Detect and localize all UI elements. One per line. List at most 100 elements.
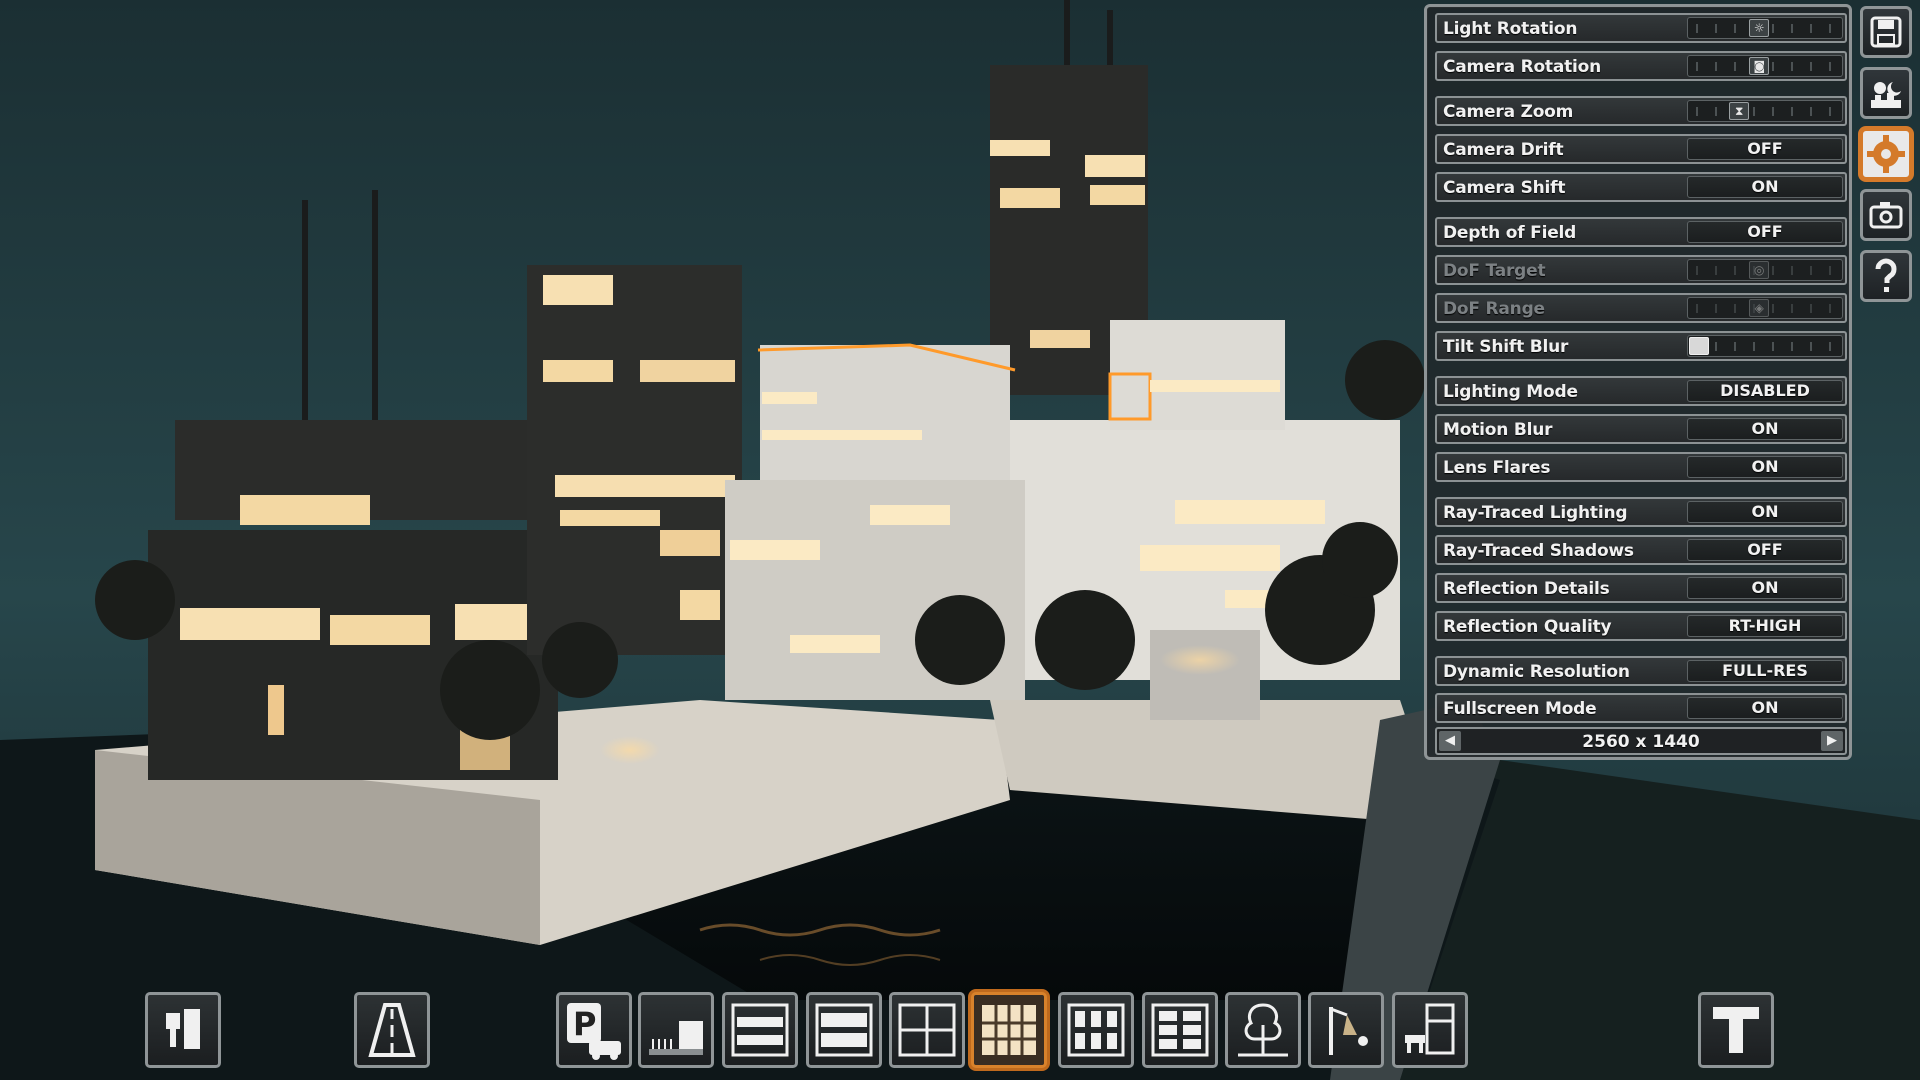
text-tool-icon	[1713, 1007, 1759, 1053]
setting-light-rotation: Light Rotation ☼	[1435, 13, 1847, 43]
ray-traced-lighting-toggle[interactable]: ON	[1687, 501, 1843, 523]
day-night-icon	[1871, 82, 1901, 108]
setting-label: Camera Zoom	[1443, 102, 1574, 122]
setting-camera-drift: Camera Drift OFF	[1435, 134, 1847, 164]
ray-traced-shadows-toggle[interactable]: OFF	[1687, 539, 1843, 561]
setting-dynamic-resolution: Dynamic Resolution FULL-RES	[1435, 656, 1847, 686]
setting-label: Reflection Quality	[1443, 617, 1612, 637]
furniture-icon	[1405, 1003, 1455, 1055]
photo-mode-button[interactable]	[1860, 189, 1912, 241]
range-handle-icon[interactable]: ◈	[1749, 299, 1770, 317]
fullscreen-mode-toggle[interactable]: ON	[1687, 697, 1843, 719]
help-question-icon	[1875, 258, 1897, 292]
zoom-handle-icon[interactable]: ⧗	[1729, 102, 1750, 120]
settings-panel: Light Rotation ☼ Camera Rotation ◙ Camer…	[1424, 4, 1852, 760]
furniture-tool-button[interactable]	[1392, 992, 1468, 1068]
setting-label: Tilt Shift Blur	[1443, 337, 1569, 357]
setting-depth-of-field: Depth of Field OFF	[1435, 217, 1847, 247]
light-rotation-slider[interactable]: ☼	[1687, 17, 1843, 39]
window-tall-tool-button[interactable]	[1058, 992, 1134, 1068]
setting-label: Camera Drift	[1443, 140, 1564, 160]
help-button[interactable]	[1860, 250, 1912, 302]
wall-stripe-tool-button[interactable]	[722, 992, 798, 1068]
target-handle-icon[interactable]: ◎	[1749, 261, 1770, 279]
resolution-value: 2560 x 1440	[1582, 732, 1700, 752]
setting-label: Ray-Traced Lighting	[1443, 503, 1628, 523]
wall-panel-tool-button[interactable]	[806, 992, 882, 1068]
setting-camera-shift: Camera Shift ON	[1435, 172, 1847, 202]
setting-tilt-shift-blur: Tilt Shift Blur	[1435, 331, 1847, 361]
text-tool-button[interactable]	[1698, 992, 1774, 1068]
parking-icon: P	[567, 1003, 621, 1060]
lighting-mode-toggle[interactable]: DISABLED	[1687, 380, 1843, 402]
day-night-button[interactable]	[1860, 67, 1912, 119]
setting-label: DoF Range	[1443, 299, 1545, 319]
setting-motion-blur: Motion Blur ON	[1435, 414, 1847, 444]
camera-zoom-slider[interactable]: ⧗	[1687, 100, 1843, 122]
wall-stripe-icon	[731, 1003, 789, 1057]
setting-label: Dynamic Resolution	[1443, 662, 1630, 682]
setting-ray-traced-shadows: Ray-Traced Shadows OFF	[1435, 535, 1847, 565]
svg-text:P: P	[573, 1005, 596, 1043]
foundation-icon	[649, 1021, 703, 1055]
camera-shift-toggle[interactable]: ON	[1687, 176, 1843, 198]
road-icon	[368, 1003, 416, 1057]
camera-handle-icon[interactable]: ◙	[1749, 57, 1770, 75]
dof-target-slider[interactable]: ◎	[1687, 259, 1843, 281]
setting-dof-target: DoF Target ◎	[1435, 255, 1847, 285]
paint-tool-button[interactable]	[145, 992, 221, 1068]
window-block-icon	[1151, 1003, 1209, 1057]
camera-rotation-slider[interactable]: ◙	[1687, 55, 1843, 77]
setting-label: Lens Flares	[1443, 458, 1551, 478]
resolution-next-arrow-icon[interactable]: ▶	[1821, 731, 1843, 751]
vegetation-tool-button[interactable]	[1225, 992, 1301, 1068]
reflection-quality-toggle[interactable]: RT-HIGH	[1687, 615, 1843, 637]
resolution-prev-arrow-icon[interactable]: ◀	[1439, 731, 1461, 751]
dof-range-slider[interactable]: ◈	[1687, 297, 1843, 319]
save-icon	[1870, 16, 1902, 48]
lighting-tool-button[interactable]	[1308, 992, 1384, 1068]
settings-button[interactable]	[1860, 128, 1912, 180]
setting-label: Light Rotation	[1443, 19, 1578, 39]
sun-icon[interactable]: ☼	[1749, 19, 1770, 37]
setting-camera-rotation: Camera Rotation ◙	[1435, 51, 1847, 81]
lens-flares-toggle[interactable]: ON	[1687, 456, 1843, 478]
camera-icon	[1869, 202, 1903, 229]
setting-label: Fullscreen Mode	[1443, 699, 1597, 719]
setting-label: DoF Target	[1443, 261, 1546, 281]
reflection-details-toggle[interactable]: ON	[1687, 577, 1843, 599]
window-wide-icon	[982, 1005, 1036, 1055]
resolution-selector: ◀ 2560 x 1440 ▶	[1435, 727, 1847, 755]
wall-panel-icon	[815, 1003, 873, 1057]
setting-lighting-mode: Lighting Mode DISABLED	[1435, 376, 1847, 406]
road-tool-button[interactable]	[354, 992, 430, 1068]
setting-ray-traced-lighting: Ray-Traced Lighting ON	[1435, 497, 1847, 527]
setting-dof-range: DoF Range ◈	[1435, 293, 1847, 323]
setting-lens-flares: Lens Flares ON	[1435, 452, 1847, 482]
parking-tool-button[interactable]: P	[556, 992, 632, 1068]
depth-of-field-toggle[interactable]: OFF	[1687, 221, 1843, 243]
paint-brush-icon	[166, 1009, 200, 1049]
setting-label: Camera Rotation	[1443, 57, 1602, 77]
foundation-tool-button[interactable]	[638, 992, 714, 1068]
camera-drift-toggle[interactable]: OFF	[1687, 138, 1843, 160]
setting-label: Depth of Field	[1443, 223, 1577, 243]
motion-blur-toggle[interactable]: ON	[1687, 418, 1843, 440]
tilt-shift-blur-slider[interactable]	[1687, 335, 1843, 357]
setting-label: Motion Blur	[1443, 420, 1553, 440]
window-wide-tool-button[interactable]	[971, 992, 1047, 1068]
slider-handle[interactable]	[1689, 337, 1709, 355]
setting-reflection-quality: Reflection Quality RT-HIGH	[1435, 611, 1847, 641]
setting-reflection-details: Reflection Details ON	[1435, 573, 1847, 603]
window-block-tool-button[interactable]	[1142, 992, 1218, 1068]
settings-gear-icon	[1867, 135, 1905, 173]
dynamic-resolution-toggle[interactable]: FULL-RES	[1687, 660, 1843, 682]
setting-label: Camera Shift	[1443, 178, 1566, 198]
setting-label: Lighting Mode	[1443, 382, 1578, 402]
setting-label: Reflection Details	[1443, 579, 1610, 599]
setting-fullscreen-mode: Fullscreen Mode ON	[1435, 693, 1847, 723]
setting-camera-zoom: Camera Zoom ⧗	[1435, 96, 1847, 126]
save-button[interactable]	[1860, 6, 1912, 58]
window-tall-icon	[1067, 1003, 1125, 1057]
window-grid-tool-button[interactable]	[889, 992, 965, 1068]
